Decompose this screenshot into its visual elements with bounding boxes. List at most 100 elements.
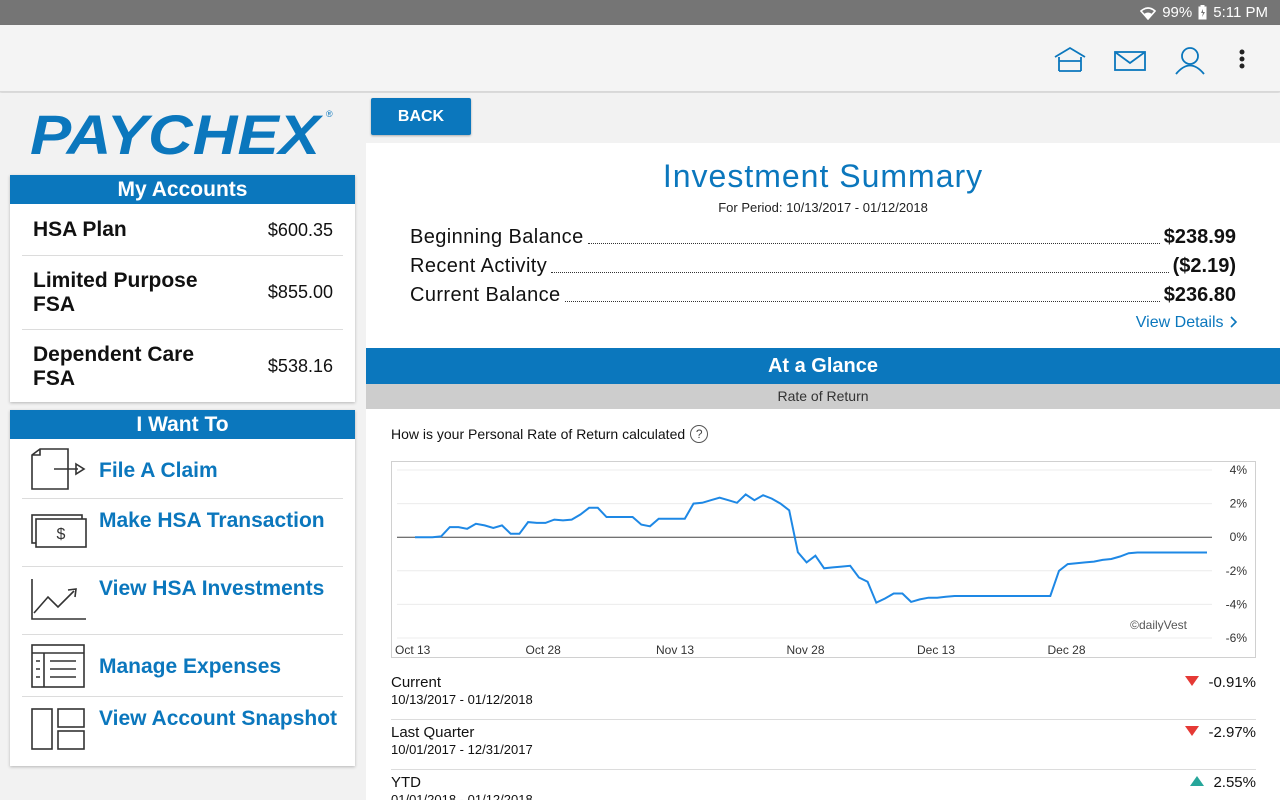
balance-row-recent: Recent Activity ($2.19) (410, 252, 1236, 278)
return-row-ytd: YTD 01/01/2018 - 01/12/2018 2.55% (391, 770, 1256, 800)
main-panel: BACK Investment Summary For Period: 10/1… (366, 93, 1280, 800)
view-details-link[interactable]: View Details (1136, 314, 1238, 332)
balance-value: ($2.19) (1172, 255, 1236, 277)
account-row-hsa[interactable]: HSA Plan $600.35 (22, 204, 343, 256)
status-bar: 99% 5:11 PM (0, 0, 1280, 25)
manage-expenses-link[interactable]: Manage Expenses (22, 635, 343, 697)
want-label: File A Claim (99, 459, 218, 482)
return-value: -2.97% (1208, 724, 1256, 741)
snapshot-icon (30, 707, 88, 756)
help-question-text: How is your Personal Rate of Return calc… (391, 426, 686, 442)
app-bar (0, 25, 1280, 92)
mail-icon[interactable] (1113, 45, 1147, 75)
more-icon[interactable] (1232, 45, 1252, 75)
return-value-group: -2.97% (1184, 724, 1256, 741)
chart-watermark: ©dailyVest (1130, 618, 1188, 632)
want-label: Make HSA Transaction (99, 509, 325, 532)
back-button[interactable]: BACK (371, 98, 471, 135)
battery-percent: 99% (1162, 4, 1193, 21)
view-details-label: View Details (1135, 314, 1224, 331)
y-tick-label: 2% (1230, 497, 1248, 511)
balance-value: $238.99 (1163, 226, 1236, 248)
want-label: View Account Snapshot (99, 707, 338, 730)
x-tick-label: Oct 28 (526, 643, 562, 657)
period-label: For Period: 10/13/2017 - 01/12/2018 (718, 200, 928, 215)
return-value: -0.91% (1208, 674, 1256, 691)
rate-of-return-line (415, 493, 1207, 605)
balance-value: $236.80 (1163, 284, 1236, 306)
page-title: Investment Summary (662, 158, 984, 194)
back-bar: BACK (366, 93, 1280, 143)
return-dates: 01/01/2018 - 01/12/2018 (391, 792, 533, 800)
make-hsa-transaction-link[interactable]: $ Make HSA Transaction (22, 499, 343, 567)
balance-label: Beginning Balance (410, 226, 584, 248)
x-tick-label: Nov 13 (656, 643, 694, 657)
account-amount: $600.35 (267, 220, 333, 240)
profile-icon[interactable] (1173, 45, 1207, 75)
left-panel: PAYCHEX ® My Accounts HSA Plan $600.35 L… (0, 93, 366, 800)
svg-text:PAYCHEX: PAYCHEX (30, 105, 324, 161)
dollar-bill-icon: $ (30, 513, 88, 554)
view-hsa-investments-link[interactable]: View HSA Investments (22, 567, 343, 635)
dotted-leader (587, 243, 1160, 244)
paychex-logo: PAYCHEX ® (28, 103, 338, 166)
help-icon[interactable]: ? (690, 425, 709, 443)
clock: 5:11 PM (1213, 4, 1268, 21)
my-accounts-card: My Accounts HSA Plan $600.35 Limited Pur… (10, 175, 355, 402)
file-claim-link[interactable]: File A Claim (22, 439, 343, 499)
return-name: YTD (391, 774, 421, 791)
chevron-right-icon (1228, 314, 1238, 331)
return-value-group: -0.91% (1184, 674, 1256, 691)
chart-svg: 4% 2% 0% -2% -4% -6% Oct 13 Oct 28 Nov 13 Nov 28 D… (395, 463, 1248, 657)
account-name: Dependent Care FSA (33, 343, 195, 390)
y-tick-label: -2% (1226, 564, 1248, 578)
battery-icon (1198, 5, 1207, 20)
y-tick-label: -4% (1226, 597, 1248, 611)
home-icon[interactable] (1053, 45, 1087, 75)
account-name: HSA Plan (33, 218, 127, 241)
x-tick-label: Oct 13 (395, 643, 431, 657)
return-value: 2.55% (1213, 774, 1256, 791)
y-tick-label: 0% (1230, 530, 1248, 544)
return-value-group: 2.55% (1189, 774, 1256, 791)
down-arrow-icon (1184, 724, 1200, 741)
balance-label: Current Balance (410, 284, 561, 306)
return-name: Current (391, 674, 442, 691)
y-tick-label: -6% (1226, 631, 1248, 645)
x-tick-label: Dec 13 (917, 643, 955, 657)
y-tick-label: 4% (1230, 463, 1248, 477)
account-amount: $855.00 (267, 282, 333, 302)
i-want-to-card: I Want To File A Claim $ Make HSA Transa… (10, 410, 355, 766)
rate-of-return-help[interactable]: How is your Personal Rate of Return calc… (391, 425, 709, 443)
rate-of-return-chart: 4% 2% 0% -2% -4% -6% Oct 13 Oct 28 Nov 13 Nov 28 D… (391, 461, 1256, 658)
balance-row-current: Current Balance $236.80 (410, 281, 1236, 307)
return-dates: 10/13/2017 - 01/12/2018 (391, 692, 533, 707)
return-dates: 10/01/2017 - 12/31/2017 (391, 742, 533, 757)
at-a-glance-header: At a Glance (366, 348, 1280, 384)
balance-label: Recent Activity (410, 255, 548, 277)
down-arrow-icon (1184, 674, 1200, 691)
up-arrow-icon (1189, 774, 1205, 791)
i-want-to-title: I Want To (10, 410, 355, 439)
rate-of-return-header: Rate of Return (366, 384, 1280, 409)
account-row-limited-fsa[interactable]: Limited Purpose FSA $855.00 (22, 256, 343, 330)
return-row-last-quarter: Last Quarter 10/01/2017 - 12/31/2017 -2.… (391, 720, 1256, 770)
svg-text:$: $ (57, 526, 66, 543)
line-chart-icon (30, 577, 88, 626)
account-name: Limited Purpose FSA (33, 269, 198, 316)
account-amount: $538.16 (267, 356, 333, 376)
svg-text:®: ® (326, 109, 333, 119)
want-label: View HSA Investments (99, 577, 325, 600)
my-accounts-title: My Accounts (10, 175, 355, 204)
x-tick-label: Dec 28 (1048, 643, 1086, 657)
dotted-leader (551, 272, 1169, 273)
balance-row-beginning: Beginning Balance $238.99 (410, 223, 1236, 249)
account-row-dependent-fsa[interactable]: Dependent Care FSA $538.16 (22, 330, 343, 402)
want-label: Manage Expenses (99, 655, 282, 678)
view-account-snapshot-link[interactable]: View Account Snapshot (22, 697, 343, 763)
file-claim-icon (30, 447, 88, 496)
wifi-icon (1140, 6, 1157, 20)
dotted-leader (564, 301, 1160, 302)
return-name: Last Quarter (391, 724, 475, 741)
return-row-current: Current 10/13/2017 - 01/12/2018 -0.91% (391, 670, 1256, 720)
